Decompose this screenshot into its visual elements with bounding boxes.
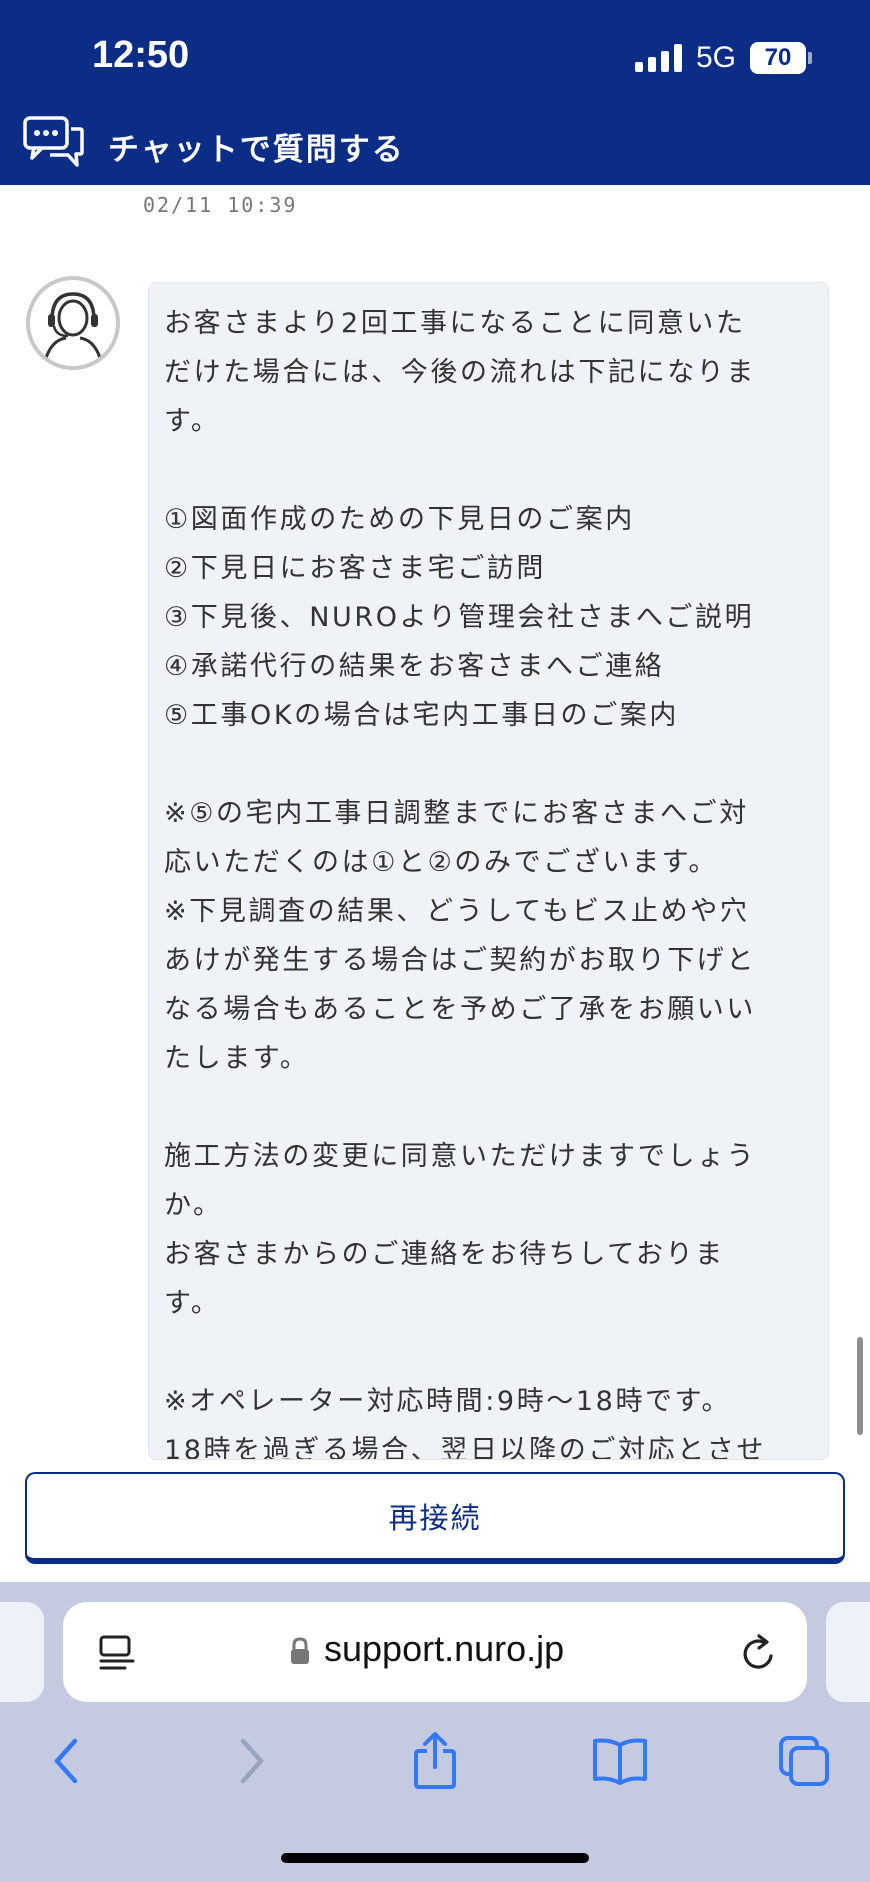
- message-line: だけた場合には、今後の流れは下記になりま: [164, 357, 756, 388]
- message-line: ④承諾代行の結果をお客さまへご連絡: [164, 651, 665, 682]
- message-line: か。: [164, 1190, 223, 1221]
- url-text[interactable]: support.nuro.jp: [324, 1628, 564, 1670]
- bookmarks-icon: [593, 1738, 647, 1785]
- reload-icon[interactable]: [739, 1632, 779, 1674]
- status-time: 12:50: [92, 34, 190, 76]
- message-line: ③下見後、NUROより管理会社さまへご説明: [164, 602, 755, 633]
- browser-toolbar: support.nuro.jp: [0, 1582, 870, 1882]
- chat-bubbles-icon: [23, 116, 84, 167]
- message-line: ②下見日にお客さま宅ご訪問: [164, 553, 547, 584]
- message-timestamp: 02/11 10:39: [143, 193, 298, 217]
- operator-headset-icon: [44, 292, 102, 359]
- browser-nav-row: [0, 1726, 870, 1796]
- share-button[interactable]: [405, 1726, 465, 1796]
- message-line: す。: [164, 1288, 221, 1319]
- message-line: [164, 740, 816, 789]
- forward-icon: [240, 1738, 264, 1784]
- previous-tab-preview[interactable]: [0, 1602, 44, 1702]
- reader-mode-icon[interactable]: [97, 1634, 137, 1672]
- message-line: 施工方法の変更に同意いただけますでしょう: [164, 1141, 757, 1172]
- message-line: [164, 1083, 816, 1132]
- operator-message-bubble: お客さまより2回工事になることに同意いた だけた場合には、今後の流れは下記になりま…: [148, 282, 829, 1460]
- signal-strength-icon: [634, 44, 682, 72]
- home-indicator: [281, 1853, 589, 1863]
- message-line: ①図面作成のための下見日のご案内: [164, 504, 635, 535]
- share-icon: [414, 1732, 456, 1789]
- tabs-button[interactable]: [772, 1726, 836, 1796]
- tabs-icon: [779, 1736, 829, 1786]
- message-line: 18時を過ぎる場合、翌日以降のご対応とさせ: [164, 1435, 766, 1460]
- message-line: たします。: [164, 1043, 310, 1074]
- address-bar[interactable]: support.nuro.jp: [63, 1602, 807, 1702]
- back-button[interactable]: [38, 1726, 94, 1796]
- message-line: ※⑤の宅内工事日調整までにお客さまへご対: [164, 798, 749, 829]
- message-line: 応いただくのは①と②のみでございます。: [164, 847, 719, 878]
- battery-level: 70: [750, 42, 806, 74]
- message-line: お客さまからのご連絡をお待ちしておりま: [164, 1239, 725, 1270]
- message-line: [164, 446, 816, 495]
- message-line: ⑤工事OKの場合は宅内工事日のご案内: [164, 700, 679, 731]
- scrollbar[interactable]: [857, 1337, 863, 1435]
- message-line: なる場合もあることを予めご了承をお願いい: [164, 994, 756, 1025]
- bookmarks-button[interactable]: [588, 1726, 652, 1796]
- message-line: お客さまより2回工事になることに同意いた: [164, 308, 746, 339]
- message-line: す。: [164, 406, 221, 437]
- next-tab-preview[interactable]: [826, 1602, 870, 1702]
- message-line: ※下見調査の結果、どうしてもビス止めや穴: [164, 896, 750, 927]
- battery-icon: 70: [750, 42, 812, 74]
- back-icon: [54, 1738, 78, 1784]
- app-header: 12:50 5G 70 チャットで質問する: [0, 0, 870, 185]
- page-title: チャットで質問する: [108, 132, 405, 168]
- reconnect-button[interactable]: 再接続: [25, 1472, 845, 1564]
- status-indicators: 5G 70: [634, 40, 812, 76]
- message-line: [164, 1328, 816, 1377]
- operator-avatar: [26, 276, 120, 370]
- message-line: あけが発生する場合はご契約がお取り下げと: [164, 945, 756, 976]
- lock-icon: [291, 1637, 309, 1664]
- message-line: ※オペレーター対応時間:9時〜18時です。: [164, 1386, 732, 1417]
- forward-button[interactable]: [224, 1726, 280, 1796]
- network-type: 5G: [695, 41, 736, 74]
